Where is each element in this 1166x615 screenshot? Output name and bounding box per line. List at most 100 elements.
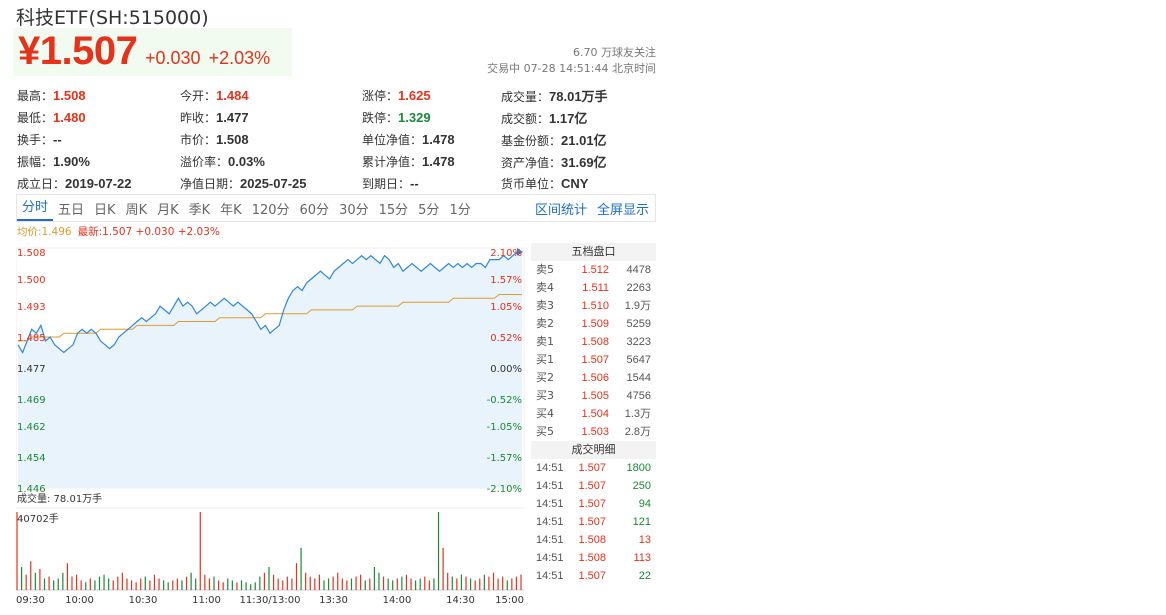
book-volume: 5647 [626,354,651,366]
quote-value: -- [53,131,62,147]
trade-row: 14:51 1.507 94 [531,495,656,513]
book-price: 1.512 [581,264,609,276]
book-volume: 1544 [626,372,651,384]
quote-key: 最高： [17,88,54,103]
trade-volume: 13 [638,534,651,546]
y-tick-left: 1.454 [17,453,46,464]
x-tick: 10:00 [65,595,94,606]
book-volume: 2.8万 [624,426,651,438]
book-volume: 2263 [626,282,651,294]
y-tick-left: 1.485 [17,333,46,344]
quote-cell: 资产净值：31.69亿 [501,152,651,171]
tab-12[interactable]: 1分 [444,199,475,218]
quote-cell: 成交额：1.17亿 [501,108,651,127]
book-level: 卖4 [536,281,554,294]
quote-value: 1.625 [398,87,431,103]
tab-11[interactable]: 5分 [413,199,444,218]
quote-cell: 市价：1.508 [180,131,362,148]
y-tick-right: -1.57% [487,453,522,464]
tab-3[interactable]: 周K [121,199,153,218]
tab-5[interactable]: 季K [184,199,216,218]
x-tick: 09:30 [16,595,45,606]
tab-8[interactable]: 60分 [295,199,335,218]
trade-price: 1.508 [578,534,606,546]
book-price: 1.507 [581,354,609,366]
order-book-row: 卖3 1.510 1.9万 [531,297,656,315]
quote-value: 1.478 [422,153,455,169]
volume-label: 成交量: 78.01万手 [17,492,102,505]
quote-key: 振幅： [17,154,54,169]
tab-0[interactable]: 分时 [17,195,54,221]
tab-4[interactable]: 月K [152,199,184,218]
intraday-chart[interactable]: 1.508 1.500 1.493 1.485 1.477 1.469 1.462 1.454… [16,238,528,610]
quote-cell: 最高：1.508 [17,87,180,104]
chart-legend: 均价:1.496 最新:1.507 +0.030 +2.03% [17,224,220,239]
trade-volume: 22 [638,570,651,582]
y-tick-left: 1.469 [17,395,46,406]
x-tick: 11:30/13:00 [239,595,300,606]
quote-cell: 涨停：1.625 [362,87,501,104]
tab-7[interactable]: 120分 [247,199,295,218]
x-tick: 13:30 [319,595,348,606]
quote-cell: 溢价率：0.03% [180,153,362,170]
trade-row: 14:51 1.508 13 [531,531,656,549]
trade-time: 14:51 [536,516,564,528]
book-volume: 1.9万 [624,300,651,312]
tab-6[interactable]: 年K [215,199,247,218]
order-book-row: 买5 1.503 2.8万 [531,423,656,441]
fullscreen-link[interactable]: 全屏显示 [597,199,649,218]
range-stats-link[interactable]: 区间统计 [535,199,587,218]
quote-cell: 今开：1.484 [180,87,362,104]
quote-cell: 成交量：78.01万手 [501,86,651,105]
quote-value: 1.478 [422,131,455,147]
quote-value: 1.329 [398,109,431,125]
quote-key: 基金份额： [501,133,562,148]
quote-row: 振幅：1.90% 溢价率：0.03% 累计净值：1.478 资产净值：31.69亿 [17,150,657,172]
y-tick-left: 1.508 [17,248,46,259]
quote-key: 成交额： [501,111,550,126]
book-price: 1.510 [581,300,609,312]
quote-value: 0.03% [228,153,265,169]
page-title: 科技ETF(SH:515000) [16,7,209,29]
book-price: 1.505 [581,390,609,402]
quote-cell: 基金份额：21.01亿 [501,130,651,149]
quote-value: 1.480 [53,109,86,125]
x-tick: 14:00 [383,595,412,606]
quote-key: 资产净值： [501,155,562,170]
book-level: 买1 [536,353,554,366]
trade-volume: 94 [638,498,651,510]
quote-key: 溢价率： [180,154,229,169]
quote-key: 货币单位： [501,176,562,191]
quote-value: 31.69亿 [561,154,607,170]
tab-links: 区间统计 全屏显示 [535,199,655,218]
book-level: 买3 [536,389,554,402]
current-price: ¥1.507 [18,29,138,73]
quote-key: 换手： [17,132,54,147]
y-tick-right: 0.00% [490,364,522,375]
quote-key: 涨停： [362,88,399,103]
book-volume: 5259 [626,318,651,330]
change-amount: +0.030 [145,48,201,68]
trade-time: 14:51 [536,534,564,546]
avg-price-label: 均价:1.496 [17,226,72,238]
quote-key: 昨收： [180,110,217,125]
y-tick-right: 0.52% [490,333,522,344]
order-book-row: 买1 1.507 5647 [531,351,656,369]
y-tick-right: 1.57% [490,275,522,286]
book-price: 1.508 [581,336,609,348]
tab-1[interactable]: 五日 [53,199,89,218]
quote-value: 1.508 [53,87,86,103]
book-price: 1.509 [581,318,609,330]
tab-2[interactable]: 日K [89,199,121,218]
y-tick-right: -0.52% [487,395,522,406]
quote-cell: 振幅：1.90% [17,153,180,170]
trade-row: 14:51 1.508 113 [531,549,656,567]
tab-9[interactable]: 30分 [334,199,374,218]
trade-time: 14:51 [536,462,564,474]
quote-row: 换手：-- 市价：1.508 单位净值：1.478 基金份额：21.01亿 [17,128,657,150]
quote-cell: 累计净值：1.478 [362,153,501,170]
tab-10[interactable]: 15分 [374,199,414,218]
quote-value: 78.01万手 [549,88,608,104]
trade-volume: 113 [633,552,651,564]
y-tick-right: -1.05% [487,422,522,433]
